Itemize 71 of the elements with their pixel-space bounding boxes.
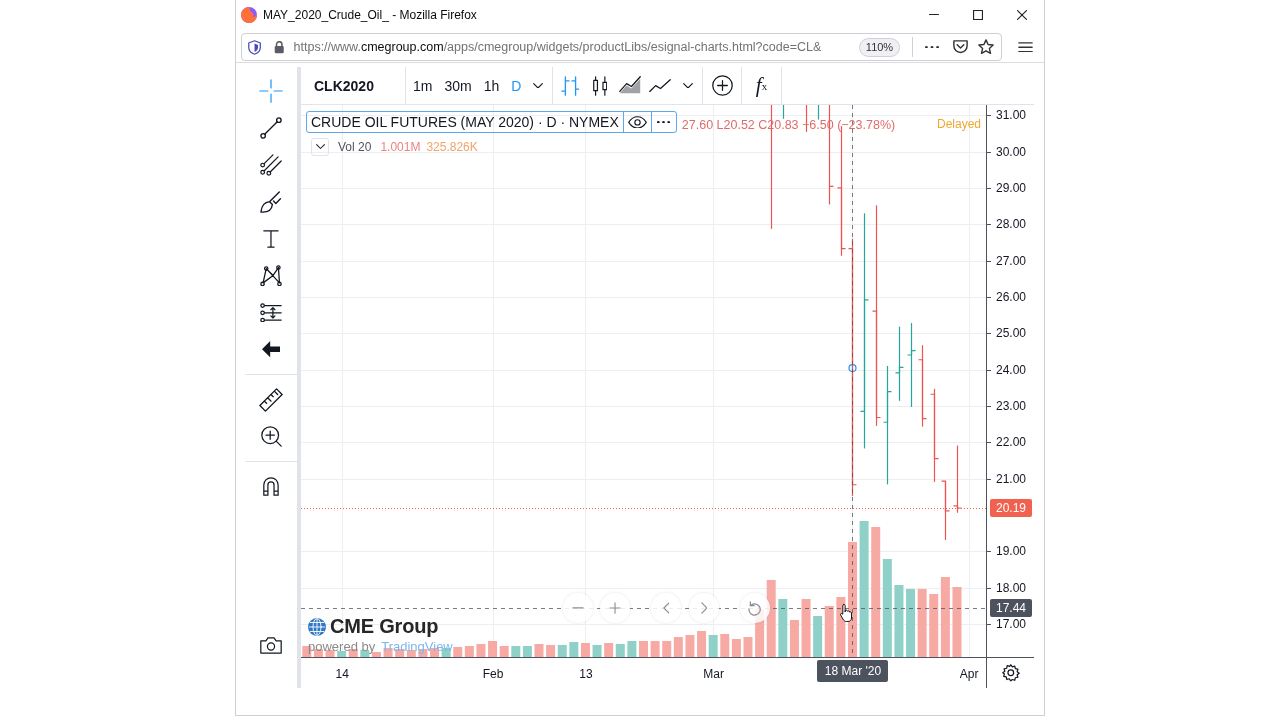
price-axis-label: 29.00 bbox=[996, 180, 1027, 195]
candles-icon bbox=[592, 75, 608, 96]
settings-icon bbox=[1001, 664, 1020, 682]
area-chart-icon bbox=[619, 76, 641, 95]
brush-icon bbox=[260, 190, 282, 213]
line-chart-icon bbox=[649, 78, 671, 93]
price-axis-label: 26.00 bbox=[996, 289, 1027, 304]
window-title: MAY_2020_Crude_Oil_ - Mozilla Firefox bbox=[263, 8, 477, 22]
lock-icon bbox=[274, 40, 285, 54]
zoom-in-icon bbox=[260, 426, 282, 447]
time-axis-label: Mar bbox=[703, 667, 724, 681]
magnet-icon bbox=[263, 477, 279, 496]
url-text: https://www.cmegroup.com/apps/cmegroup/widgets/productLibs/esignal-charts.html?code=CL& bbox=[293, 40, 822, 54]
price-axis-label: 24.00 bbox=[996, 362, 1027, 377]
price-axis-badge: 17.44 bbox=[990, 598, 1032, 617]
price-axis-label: 28.00 bbox=[996, 217, 1027, 232]
dots-icon bbox=[657, 120, 671, 124]
projection-icon bbox=[260, 302, 282, 323]
line-segment-icon bbox=[260, 116, 282, 139]
symbol-button[interactable]: CLK2020 bbox=[301, 67, 405, 104]
price-axis-label: 31.00 bbox=[996, 108, 1027, 123]
left-arrow-icon bbox=[262, 341, 280, 358]
time-axis-badge: 18 Mar '20 bbox=[817, 660, 889, 682]
series-title: CRUDE OIL FUTURES (MAY 2020) · D · NYMEX bbox=[310, 113, 620, 132]
price-axis-label: 18.00 bbox=[996, 580, 1027, 595]
price-axis-label: 27.00 bbox=[996, 253, 1027, 268]
pitchfork-icon bbox=[260, 153, 282, 176]
price-axis-badge: 20.19 bbox=[990, 499, 1032, 517]
price-axis-label: 17.00 bbox=[996, 616, 1027, 631]
plus-circle-icon bbox=[711, 75, 733, 96]
close-icon bbox=[1017, 10, 1027, 20]
ruler-icon bbox=[259, 387, 283, 412]
ring-marker-icon bbox=[848, 364, 857, 373]
interval-button[interactable]: 30m bbox=[438, 67, 478, 104]
time-axis-label: Apr bbox=[959, 667, 979, 681]
price-axis-label: 25.00 bbox=[996, 326, 1027, 341]
price-axis-label: 30.00 bbox=[996, 144, 1027, 159]
time-axis-label: Feb bbox=[482, 667, 504, 681]
tray-chevron-icon bbox=[952, 40, 968, 54]
chevron-down-icon bbox=[683, 82, 693, 89]
camera-icon bbox=[260, 637, 282, 654]
shield-icon bbox=[248, 39, 262, 55]
interval-button[interactable]: 1h bbox=[477, 67, 506, 104]
indicator-name: Vol 20 bbox=[338, 140, 372, 154]
price-axis-label: 23.00 bbox=[996, 398, 1027, 413]
chevron-down-icon bbox=[533, 82, 544, 89]
data-status: Delayed bbox=[936, 117, 981, 131]
time-axis-label: 14 bbox=[335, 667, 349, 681]
text-icon bbox=[263, 229, 279, 248]
time-axis-label: 13 bbox=[579, 667, 593, 681]
bars-icon bbox=[560, 75, 580, 96]
chevron-down-icon bbox=[315, 144, 325, 150]
zoom-level-button[interactable]: 110% bbox=[859, 37, 900, 57]
ohlc-bar bbox=[952, 444, 963, 514]
dots-icon bbox=[925, 45, 939, 49]
menu-icon bbox=[1017, 41, 1033, 53]
crosshair-icon bbox=[259, 78, 283, 103]
volume-value: 1.001M bbox=[380, 140, 421, 154]
price-axis-label: 22.00 bbox=[996, 435, 1027, 450]
volume-average: 325.826K bbox=[426, 140, 478, 154]
star-icon bbox=[978, 39, 994, 55]
minimize-icon bbox=[929, 14, 939, 16]
interval-button[interactable]: 1m bbox=[407, 67, 439, 104]
collapse-button[interactable] bbox=[311, 138, 329, 156]
pattern-icon bbox=[260, 264, 282, 287]
eye-icon bbox=[627, 115, 647, 129]
browser-logo-icon bbox=[241, 7, 257, 23]
maximize-icon bbox=[973, 10, 983, 20]
price-axis-label: 21.00 bbox=[996, 471, 1027, 486]
address-bar[interactable]: https://www.cmegroup.com/apps/cmegroup/widgets/productLibs/esignal-charts.html?code=CL& 110% bbox=[241, 33, 1002, 61]
price-axis-label: 19.00 bbox=[996, 544, 1027, 559]
